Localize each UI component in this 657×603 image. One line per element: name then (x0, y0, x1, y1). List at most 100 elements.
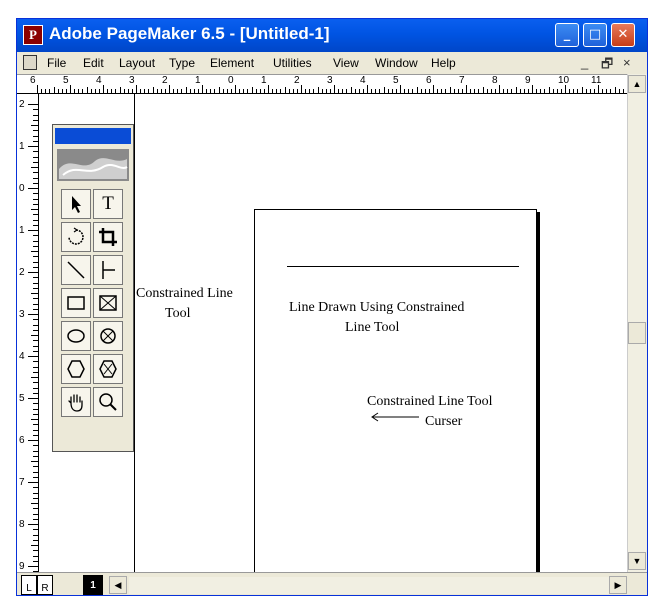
line-tool[interactable] (93, 255, 123, 285)
ruler-h-tick (243, 89, 244, 93)
ruler-h-tick (458, 89, 459, 93)
title-bar[interactable]: P Adobe PageMaker 6.5 - [Untitled-1] _ □… (17, 19, 647, 52)
ruler-h-tick (553, 89, 554, 93)
ruler-h-tick (421, 89, 422, 93)
ruler-h-number: 5 (393, 75, 399, 86)
ruler-h-tick (276, 89, 277, 93)
menu-edit[interactable]: Edit (83, 56, 104, 70)
ruler-h-number: 3 (327, 75, 333, 86)
ruler-h-tick (450, 87, 451, 93)
rectangle-frame-tool[interactable] (93, 288, 123, 318)
scroll-right-button[interactable]: ▶ (609, 576, 627, 594)
ruler-h-tick (602, 89, 603, 93)
menu-element[interactable]: Element (210, 56, 254, 70)
menu-file[interactable]: File (47, 56, 66, 70)
rotate-tool[interactable] (61, 222, 91, 252)
menu-window[interactable]: Window (375, 56, 418, 70)
ruler-v-tick (33, 393, 38, 394)
ruler-h-tick (586, 89, 587, 93)
vertical-scrollbar[interactable]: ▲ ▼ (627, 74, 647, 572)
ruler-v-tick (33, 346, 38, 347)
ruler-h-tick (214, 89, 215, 93)
ruler-h-tick (412, 89, 413, 93)
menu-view[interactable]: View (333, 56, 359, 70)
ruler-v-tick (33, 472, 38, 473)
ruler-h-tick (157, 89, 158, 93)
ruler-h-tick (462, 89, 463, 93)
left-master-page-icon[interactable]: L (21, 575, 37, 595)
ruler-h-tick (181, 89, 182, 93)
ruler-v-tick (33, 435, 38, 436)
doc-close-button[interactable]: × (623, 55, 631, 70)
ruler-h-number: 4 (360, 75, 366, 86)
pagemaker-app-icon[interactable]: P (23, 25, 43, 45)
ruler-h-tick (454, 89, 455, 93)
menu-layout[interactable]: Layout (119, 56, 155, 70)
maximize-button[interactable]: □ (583, 23, 607, 47)
document-icon[interactable] (23, 55, 37, 70)
pointer-tool[interactable] (61, 189, 91, 219)
doc-minimize-button[interactable]: _ (581, 55, 588, 70)
scroll-thumb[interactable] (628, 322, 646, 344)
ruler-h-tick (561, 89, 562, 93)
polygon-frame-tool[interactable] (93, 354, 123, 384)
ellipse-frame-tool[interactable] (93, 321, 123, 351)
ruler-v-tick (33, 204, 38, 205)
ruler-v-number: 3 (19, 309, 25, 320)
zoom-tool[interactable] (93, 387, 123, 417)
ruler-h-tick (528, 89, 529, 93)
menu-type[interactable]: Type (169, 56, 195, 70)
menu-help[interactable]: Help (431, 56, 456, 70)
ruler-h-tick (371, 89, 372, 93)
rectangle-tool[interactable] (61, 288, 91, 318)
ruler-h-tick (66, 89, 67, 93)
scroll-left-button[interactable]: ◀ (109, 576, 127, 594)
polygon-tool[interactable] (61, 354, 91, 384)
text-tool[interactable]: T (93, 189, 123, 219)
ruler-h-number: 1 (195, 75, 201, 86)
ruler-h-tick (256, 89, 257, 93)
ruler-h-tick (210, 89, 211, 93)
ruler-h-tick (198, 89, 199, 93)
constrained-drawn-line[interactable] (287, 266, 519, 267)
ruler-h-tick (305, 89, 306, 93)
scroll-up-button[interactable]: ▲ (628, 75, 646, 93)
scroll-down-button[interactable]: ▼ (628, 552, 646, 570)
constrained-line-tool[interactable] (61, 255, 91, 285)
ruler-v-tick (33, 241, 38, 242)
ruler-h-tick (235, 85, 236, 93)
ruler-h-number: 4 (96, 75, 102, 86)
hand-tool[interactable] (61, 387, 91, 417)
ruler-h-tick (78, 89, 79, 93)
ruler-h-tick (623, 89, 624, 93)
ruler-v-tick (28, 524, 38, 525)
ruler-h-tick (359, 89, 360, 93)
pointer-arrow-icon (72, 196, 81, 213)
vertical-ruler[interactable]: 2 1 0 1 2 3 4 5 6 7 8 9 (17, 94, 39, 572)
horizontal-scrollbar[interactable] (129, 577, 627, 594)
ruler-h-tick (351, 87, 352, 93)
minimize-button[interactable]: _ (555, 23, 579, 47)
close-button[interactable]: ✕ (611, 23, 635, 47)
toolbox-palette[interactable]: T (52, 124, 134, 452)
page-1-icon[interactable]: 1 (83, 575, 103, 595)
toolbox-title-bar[interactable] (55, 128, 131, 144)
ruler-h-tick (124, 89, 125, 93)
horizontal-ruler[interactable]: 6 5 4 3 2 1 0 1 2 3 4 5 6 7 8 9 10 11 (17, 74, 627, 94)
menu-utilities[interactable]: Utilities (273, 56, 312, 70)
ruler-h-tick (313, 89, 314, 93)
ruler-h-tick (507, 89, 508, 93)
ruler-v-tick (33, 298, 38, 299)
ruler-v-tick (33, 451, 38, 452)
ellipse-tool[interactable] (61, 321, 91, 351)
ellipse-icon (67, 329, 85, 343)
ruler-v-tick (31, 125, 38, 126)
ruler-h-tick (363, 89, 364, 93)
crop-tool[interactable] (93, 222, 123, 252)
right-master-page-icon[interactable]: R (37, 575, 53, 595)
hand-icon (68, 394, 83, 412)
ruler-h-number: 10 (558, 75, 570, 86)
rotate-icon (68, 227, 84, 245)
ruler-h-tick (441, 89, 442, 93)
ruler-v-tick (33, 466, 38, 467)
